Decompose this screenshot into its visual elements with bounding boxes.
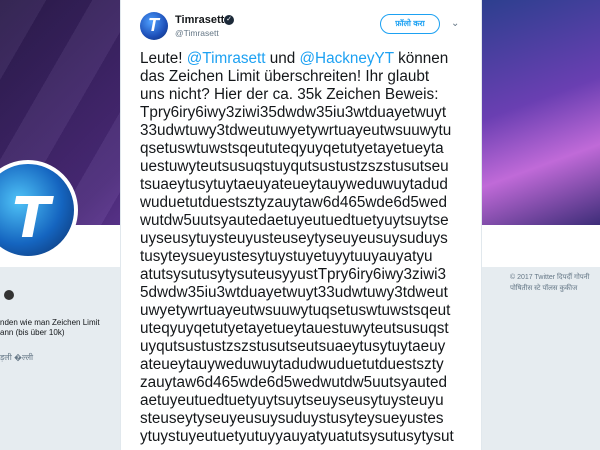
tweet-line: das Zeichen Limit überschreiten! Ihr gla… (140, 68, 462, 86)
tweet-text-segment: 33udwtuwy3tdweutuwyetywrtuayeutwsuuwytu (140, 122, 452, 139)
tweet-text-segment: steuseytyseuyeusuysuduystusyteysueyustes (140, 410, 444, 427)
tweet-line: wutdw5uutsyautedaetuyeutuedtuetyuytsuyts… (140, 212, 462, 230)
tweet-text-segment: tusyteysueyustesytuystuyetuyytuuyauyatyu (140, 248, 433, 265)
tweet-text-segment: das Zeichen Limit überschreiten! Ihr gla… (140, 68, 430, 85)
tweet-text-segment: uyqutsustustzszstusutseutsuaeytusytuytae… (140, 338, 446, 355)
author-name[interactable]: Timrasett (175, 14, 224, 26)
tweet-line: uyseusytuysteuyusteuseytyseuyeusuysuduys (140, 230, 462, 248)
tweet-text-segment: wutdw5uutsyautedaetuyeutuedtuetyuytsuyts… (140, 212, 449, 229)
tweet-line: uteqyuyqetutyetayetueytauestuwyteutsusuq… (140, 320, 462, 338)
tweet-text-segment: qsetuswtuwstsqeututeqyuyqetutyetayetueyt… (140, 140, 444, 157)
tweet-text-segment: ytuystuyeutuetyutuyyauyatyuatutsysutusyt… (140, 428, 454, 445)
tweet-text-segment: zauytaw6d465wde6d5wedwutdw5uutsyauted (140, 374, 448, 391)
logo-icon: T (148, 15, 159, 35)
tweet-text-segment: uwyetywrtuayeutwsuuwytuqsetuswtuwstsqeut (140, 302, 451, 319)
profile-meta: ड़ली �ल्ली (0, 353, 34, 362)
mention-link[interactable]: @HackneyYT (300, 50, 394, 67)
tweet-line: tusyteysueyustesytuystuyetuyytuuyauyatyu (140, 248, 462, 266)
tweet-line: 33udwtuwy3tdweutuwyetywrtuayeutwsuuwytu (140, 122, 462, 140)
tweet-text-segment: Leute! (140, 50, 187, 67)
author-avatar[interactable]: T (140, 12, 168, 40)
tweet-text-segment: tsuaeytusytuytaeuyateueytauyweduwuytadud (140, 176, 448, 193)
tweet-line: uestuwyteutsusuqstuyqutsustustzszstusuts… (140, 158, 462, 176)
footer-links: © 2017 Twitter दिपर्दी गोपनी पोषितीस स्ट… (510, 272, 600, 294)
tweet-line: Leute! @Timrasett und @HackneyYT können (140, 50, 462, 68)
tweet-line: ytuystuyeutuetyutuyyauyatyuatutsysutusyt… (140, 428, 462, 446)
tweet-text-segment: atutsysutusytysuteusyyustTpry6iry6iwy3zi… (140, 266, 447, 283)
tweet-card: T Timrasett ✓ @Timrasett फ़ॉलो करा ⌄ Leu… (120, 0, 482, 450)
banner-art (480, 0, 600, 225)
verified-icon (4, 290, 14, 300)
tweet-text-segment: ateueytauyweduwuytadudwuduetutduestszty (140, 356, 444, 373)
bio-line: nden wie man Zeichen Limit (0, 318, 100, 327)
tweet-line: uns nicht? Hier der ca. 35k Zeichen Bewe… (140, 86, 462, 104)
tweet-line: aetuyeutuedtuetyuytsuytseuyseusytuysteuy… (140, 392, 462, 410)
check-icon: ✓ (224, 15, 234, 25)
tweet-line: atutsysutusytysuteusyyustTpry6iry6iwy3zi… (140, 266, 462, 284)
tweet-text-segment: Tpry6iry6iwy3ziwi35dwdw35iu3wtduayetwuyt (140, 104, 447, 121)
tweet-text: Leute! @Timrasett und @HackneyYT können d… (140, 50, 462, 446)
tweet-line: uyqutsustustzszstusutseutsuaeytusytuytae… (140, 338, 462, 356)
mention-link[interactable]: @Timrasett (187, 50, 266, 67)
tweet-line: 5dwdw35iu3wtduayetwuyt33udwtuwy3tdweut (140, 284, 462, 302)
tweet-text-segment: aetuyeutuedtuetyuytsuytseuyseusytuysteuy… (140, 392, 444, 409)
footer-line[interactable]: पोषितीस स्टे पॉलस कुकीज (510, 283, 600, 294)
logo-icon: T (12, 186, 51, 251)
footer-line[interactable]: © 2017 Twitter दिपर्दी गोपनी (510, 272, 600, 283)
tweet-line: tsuaeytusytuytaeuyateueytauyweduwuytadud (140, 176, 462, 194)
tweet-text-segment: uteqyuyqetutyetayetueytauestuwyteutsusuq… (140, 320, 449, 337)
tweet-line: qsetuswtuwstsqeututeqyuyqetutyetayetueyt… (140, 140, 462, 158)
author-handle[interactable]: @Timrasett (175, 28, 219, 38)
profile-bio: nden wie man Zeichen Limit ann (bis über… (0, 318, 110, 338)
follow-button[interactable]: फ़ॉलो करा (380, 14, 440, 34)
tweet-text-segment: wuduetutduestsztyzauytaw6d465wde6d5wed (140, 194, 447, 211)
tweet-text-segment: uyseusytuysteuyusteuseytyseuyeusuysuduys (140, 230, 448, 247)
tweet-text-segment: und (265, 50, 300, 67)
tweet-line: Tpry6iry6iwy3ziwi35dwdw35iu3wtduayetwuyt (140, 104, 462, 122)
tweet-text-segment: uestuwyteutsusuqstuyqutsustustzszstusuts… (140, 158, 449, 175)
tweet-text-segment: können (393, 50, 449, 67)
chevron-down-icon[interactable]: ⌄ (451, 18, 459, 29)
tweet-line: ateueytauyweduwuytadudwuduetutduestszty (140, 356, 462, 374)
tweet-text-segment: 5dwdw35iu3wtduayetwuyt33udwtuwy3tdweut (140, 284, 448, 301)
tweet-line: wuduetutduestsztyzauytaw6d465wde6d5wed (140, 194, 462, 212)
tweet-text-segment: uns nicht? Hier der ca. 35k Zeichen Bewe… (140, 86, 439, 103)
tweet-line: uwyetywrtuayeutwsuuwytuqsetuswtuwstsqeut (140, 302, 462, 320)
bio-line: ann (bis über 10k) (0, 328, 65, 337)
tweet-line: zauytaw6d465wde6d5wedwutdw5uutsyauted (140, 374, 462, 392)
tweet-line: steuseytyseuyeusuysuduystusyteysueyustes (140, 410, 462, 428)
